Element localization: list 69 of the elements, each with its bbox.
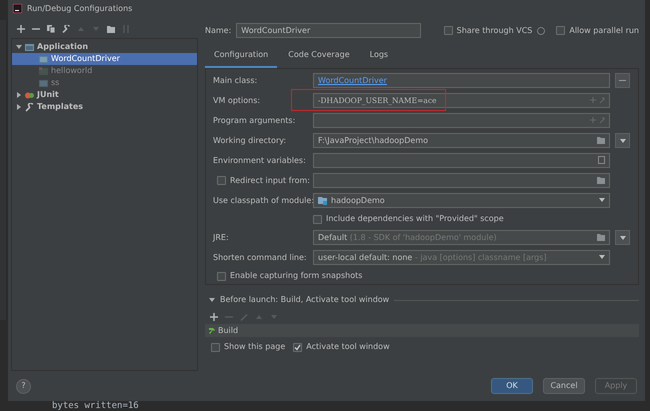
class-config-icon [39, 78, 48, 88]
checkbox-label: Redirect input from: [230, 174, 310, 186]
directory-field[interactable]: F:\JavaProject\hadoopDemo [313, 133, 610, 148]
name-field[interactable]: WordCountDriver [236, 23, 422, 38]
class-error-icon [39, 66, 48, 76]
checkbox[interactable] [556, 26, 566, 35]
browse-button[interactable] [615, 73, 630, 88]
tree-item[interactable]: helloworld [12, 65, 197, 77]
text-field[interactable] [313, 113, 610, 128]
window-title: Run/Debug Configurations [27, 2, 132, 14]
checkbox-label: Include dependencies with "Provided" scope [326, 213, 504, 225]
tab[interactable]: Logs [360, 46, 398, 68]
checkbox[interactable] [313, 214, 322, 224]
wrench-icon[interactable] [62, 24, 70, 32]
field-label: Name: [205, 24, 232, 36]
module-dropdown[interactable]: hadoopDemo [313, 193, 610, 208]
tree-item[interactable]: ss [12, 77, 197, 89]
checkbox-label: Allow parallel run [569, 24, 639, 36]
task-item[interactable]: Build [218, 324, 238, 336]
field-label: JRE: [213, 232, 229, 242]
hammer-icon [208, 326, 216, 334]
config-folder-icon [25, 42, 34, 52]
junit-icon [25, 90, 34, 100]
class-field[interactable]: WordCountDriver [313, 73, 610, 88]
field-label: Working directory: [213, 136, 286, 144]
caret-down-icon[interactable] [16, 44, 22, 50]
list-icon[interactable] [598, 154, 605, 166]
folder-icon[interactable] [597, 232, 605, 244]
dialog-button[interactable]: Cancel [543, 378, 585, 394]
tree-item[interactable]: WordCountDriver [12, 53, 197, 65]
checkbox[interactable] [293, 342, 302, 352]
folder-icon[interactable] [107, 24, 115, 32]
field-label: Main class: [213, 76, 258, 84]
field-label: Shorten command line: [213, 252, 307, 262]
checkbox[interactable] [211, 342, 220, 352]
checkbox-label: Activate tool window [306, 341, 390, 353]
checkbox[interactable] [217, 272, 226, 280]
section-title[interactable]: Before launch: Build, Activate tool window [220, 294, 390, 306]
path-field[interactable] [313, 173, 610, 188]
class-link[interactable]: WordCountDriver [318, 74, 387, 86]
dialog-button[interactable]: OK [491, 378, 533, 394]
folder-icon[interactable] [597, 134, 605, 146]
checkbox-label: Share through VCS [456, 24, 532, 36]
field-label: Use classpath of module: [213, 196, 314, 204]
console-text: bytes written=16 [52, 401, 139, 411]
checkbox-label: Show this page [224, 341, 286, 353]
module-icon [318, 196, 327, 205]
checkbox[interactable] [444, 26, 453, 35]
caret-down-icon[interactable] [209, 297, 215, 303]
tree-item[interactable]: Templates [12, 101, 197, 113]
checkbox-label: Enable capturing form snapshots [230, 270, 362, 282]
tree-item[interactable]: Application [12, 41, 197, 53]
wrench-icon [25, 102, 34, 112]
app-logo-icon [13, 4, 22, 13]
tab[interactable]: Code Coverage [279, 46, 359, 68]
class-config-icon [39, 54, 48, 64]
field-label: VM options: [213, 96, 260, 104]
help-icon[interactable] [537, 26, 546, 34]
field-label: Program arguments: [213, 116, 296, 124]
folder-icon[interactable] [597, 174, 605, 186]
help-button[interactable]: ? [16, 378, 31, 394]
field-label: Environment variables: [213, 156, 306, 164]
tree-item[interactable]: JUnit [12, 89, 197, 101]
add-icon[interactable] [17, 24, 25, 32]
copy-icon[interactable] [47, 24, 55, 32]
variables-field[interactable] [313, 153, 610, 168]
add-icon[interactable] [210, 312, 218, 320]
tab[interactable]: Configuration [205, 46, 278, 68]
checkbox[interactable] [217, 176, 226, 185]
